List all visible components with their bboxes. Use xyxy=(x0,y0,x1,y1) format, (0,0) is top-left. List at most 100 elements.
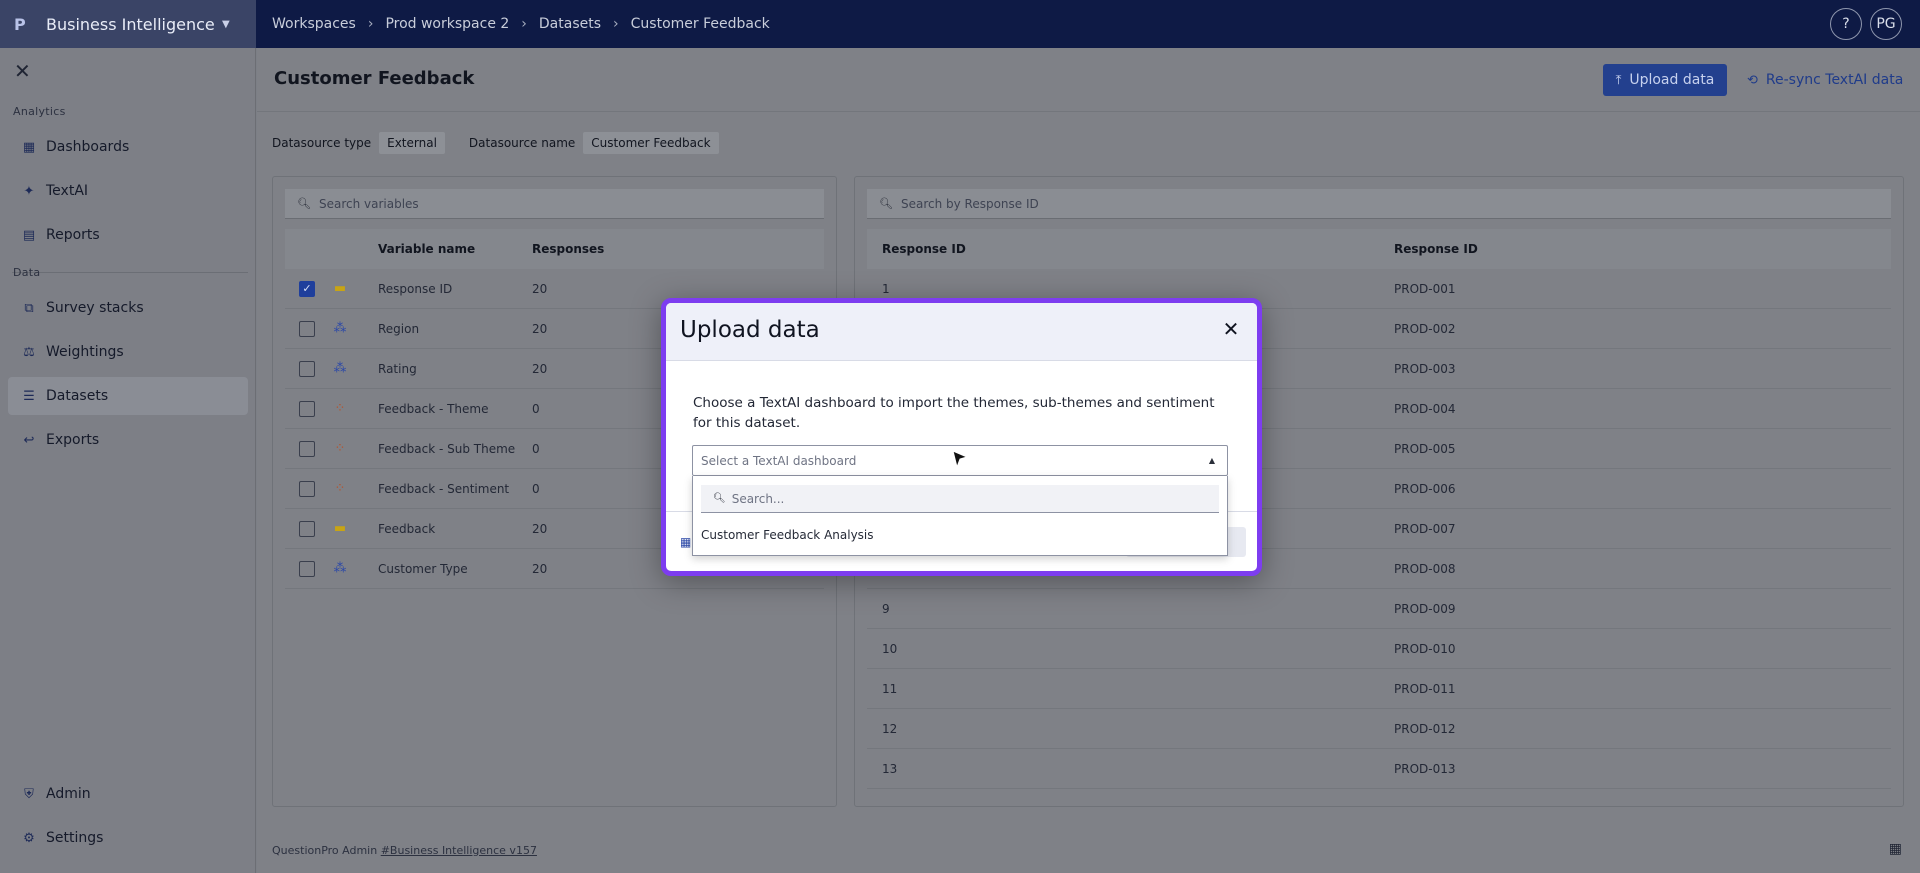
row-checkbox[interactable] xyxy=(299,480,315,497)
footer-version-link[interactable]: #Business Intelligence v157 xyxy=(381,844,537,857)
datasource-name-label: Datasource name xyxy=(468,136,576,150)
upload-data-button[interactable]: ⤒ Upload data xyxy=(1603,64,1727,96)
column-header-response-id: Response ID xyxy=(882,242,966,256)
sidebar-item-label: Settings xyxy=(46,830,104,846)
variable-name: Region xyxy=(378,321,420,336)
response-count: 20 xyxy=(532,281,548,296)
calculator-icon[interactable]: ▦ xyxy=(1889,841,1902,857)
upload-data-label: Upload data xyxy=(1629,72,1715,88)
sidebar-item-label: Weightings xyxy=(46,344,124,360)
close-sidebar-icon[interactable]: ✕ xyxy=(14,60,36,82)
search-response-id-input[interactable]: 🔍︎ Search by Response ID xyxy=(867,189,1891,219)
footer: QuestionPro Admin #Business Intelligence… xyxy=(272,844,537,857)
row-checkbox[interactable] xyxy=(299,440,315,457)
sidebar-divider xyxy=(12,272,248,273)
sidebar-item-datasets[interactable]: ☰ Datasets xyxy=(8,377,248,415)
response-index: 12 xyxy=(882,721,898,736)
resync-textai-button[interactable]: ⟲ Re-sync TextAI data xyxy=(1747,64,1903,96)
breadcrumb-workspaces[interactable]: Workspaces xyxy=(272,16,356,32)
modal-title: Upload data xyxy=(680,317,820,343)
sidebar-item-exports[interactable]: ↩ Exports xyxy=(8,421,248,459)
variables-table-header: Variable name Responses xyxy=(285,229,824,269)
upload-icon: ⤒ xyxy=(1615,72,1622,88)
sidebar: ✕ Analytics ▦ Dashboards ✦ TextAI ▤ Repo… xyxy=(0,48,256,873)
dropdown-search-placeholder: Search... xyxy=(731,491,785,506)
sidebar-item-dashboards[interactable]: ▦ Dashboards xyxy=(8,128,248,166)
response-count: 0 xyxy=(532,401,540,416)
modal-header: Upload data ✕ xyxy=(666,303,1257,361)
response-count: 0 xyxy=(532,441,540,456)
category-variable-icon: ⁂ xyxy=(333,321,347,336)
sidebar-item-label: Reports xyxy=(46,227,100,243)
datasource-meta: Datasource type External Datasource name… xyxy=(272,132,719,154)
sidebar-item-weightings[interactable]: ⚖ Weightings xyxy=(8,333,248,371)
stack-icon: ⧉ xyxy=(24,300,34,316)
variable-name: Feedback - Sub Theme xyxy=(378,441,516,456)
response-count: 20 xyxy=(532,521,548,536)
breadcrumb-current: Customer Feedback xyxy=(630,16,770,32)
table-row: 12 PROD-012 xyxy=(867,709,1891,749)
row-checkbox[interactable]: ✓ xyxy=(299,280,315,297)
row-checkbox[interactable] xyxy=(299,520,315,537)
modal-description: Choose a TextAI dashboard to import the … xyxy=(693,395,1215,431)
response-index: 9 xyxy=(882,601,890,616)
page-header: Customer Feedback ⤒ Upload data ⟲ Re-syn… xyxy=(257,48,1920,112)
response-id: PROD-006 xyxy=(1394,481,1456,496)
sidebar-item-textai[interactable]: ✦ TextAI xyxy=(8,172,248,210)
row-checkbox[interactable] xyxy=(299,360,315,377)
sidebar-item-label: Survey stacks xyxy=(46,300,144,316)
dashboard-icon: ▦ xyxy=(22,139,36,155)
table-row: 10 PROD-010 xyxy=(867,629,1891,669)
section-label-data: Data xyxy=(13,266,41,279)
search-variables-input[interactable]: 🔍︎ Search variables xyxy=(285,189,824,219)
close-icon[interactable]: ✕ xyxy=(1219,317,1243,341)
row-checkbox[interactable] xyxy=(299,320,315,337)
sidebar-item-reports[interactable]: ▤ Reports xyxy=(8,216,248,254)
sidebar-item-label: Dashboards xyxy=(46,139,130,155)
response-id: PROD-007 xyxy=(1394,521,1456,536)
responses-table-header: Response ID Response ID xyxy=(867,229,1891,269)
response-id: PROD-013 xyxy=(1394,761,1456,776)
chevron-right-icon: › xyxy=(521,16,527,32)
response-index: 13 xyxy=(882,761,898,776)
sidebar-item-survey-stacks[interactable]: ⧉ Survey stacks xyxy=(8,289,248,327)
search-icon: 🔍︎ xyxy=(297,197,311,210)
variable-name: Rating xyxy=(378,361,417,376)
table-row: 9 PROD-009 xyxy=(867,589,1891,629)
list-icon: ☰ xyxy=(23,388,35,404)
response-count: 0 xyxy=(532,481,540,496)
response-id: PROD-003 xyxy=(1394,361,1456,376)
caret-down-icon: ▼ xyxy=(222,18,230,30)
help-button[interactable]: ? xyxy=(1830,8,1862,40)
sidebar-item-label: Datasets xyxy=(46,388,109,404)
gear-icon: ⚙ xyxy=(23,830,35,846)
resync-label: Re-sync TextAI data xyxy=(1765,72,1904,88)
response-id: PROD-010 xyxy=(1394,641,1456,656)
response-count: 20 xyxy=(532,361,548,376)
dropdown-search-input[interactable]: 🔍︎ Search... xyxy=(701,485,1219,513)
dropdown-option[interactable]: Customer Feedback Analysis xyxy=(701,528,874,542)
table-row: 11 PROD-011 xyxy=(867,669,1891,709)
sidebar-item-label: Admin xyxy=(46,786,91,802)
breadcrumb-workspace[interactable]: Prod workspace 2 xyxy=(385,16,509,32)
caret-up-icon: ▲ xyxy=(1208,456,1215,465)
row-checkbox[interactable] xyxy=(299,400,315,417)
report-icon: ▤ xyxy=(22,227,36,243)
sidebar-item-settings[interactable]: ⚙ Settings xyxy=(8,819,248,857)
footer-prefix: QuestionPro Admin xyxy=(272,844,378,857)
response-index: 1 xyxy=(882,281,890,296)
breadcrumb-datasets[interactable]: Datasets xyxy=(539,16,601,32)
section-label-analytics: Analytics xyxy=(13,105,66,118)
user-avatar[interactable]: PG xyxy=(1870,8,1902,40)
response-index: 11 xyxy=(882,681,898,696)
row-checkbox[interactable] xyxy=(299,560,315,577)
sidebar-item-label: TextAI xyxy=(46,183,89,199)
app-title: Business Intelligence xyxy=(46,14,215,34)
sparkle-icon: ✦ xyxy=(23,183,35,199)
column-header-variable-name: Variable name xyxy=(378,242,476,256)
sidebar-item-admin[interactable]: ⛨ Admin xyxy=(8,775,248,813)
response-count: 20 xyxy=(532,561,548,576)
search-icon: 🔍︎ xyxy=(879,197,893,210)
app-switcher[interactable]: P Business Intelligence ▼ xyxy=(0,0,256,48)
top-bar: P Business Intelligence ▼ Workspaces › P… xyxy=(0,0,1920,48)
